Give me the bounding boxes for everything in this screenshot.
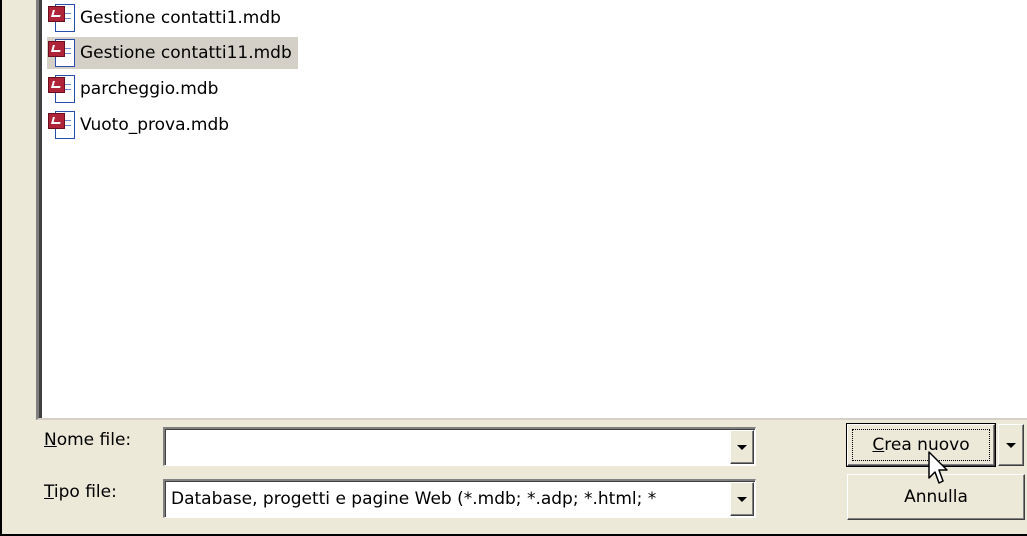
chevron-down-icon xyxy=(1006,442,1016,448)
filetype-combobox[interactable]: Database, progetti e pagine Web (*.mdb; … xyxy=(163,479,756,518)
access-database-icon xyxy=(47,3,77,33)
chevron-down-icon xyxy=(737,496,747,502)
file-item[interactable]: Vuoto_prova.mdb xyxy=(47,109,235,141)
filename-input[interactable] xyxy=(171,429,727,465)
chevron-down-icon xyxy=(737,444,747,450)
file-name: Gestione contatti11.mdb xyxy=(80,43,292,63)
file-list[interactable]: Gestione contatti1.mdb Gestione contatti… xyxy=(36,0,1027,420)
filetype-value: Database, progetti e pagine Web (*.mdb; … xyxy=(171,489,657,509)
file-item-selected[interactable]: Gestione contatti11.mdb xyxy=(47,37,298,69)
access-database-icon xyxy=(47,38,77,68)
mouse-pointer-icon xyxy=(928,451,948,484)
filename-combobox[interactable] xyxy=(163,427,756,466)
file-name: Vuoto_prova.mdb xyxy=(80,115,230,135)
file-item[interactable]: Gestione contatti1.mdb xyxy=(47,2,287,34)
file-item[interactable]: parcheggio.mdb xyxy=(47,73,224,105)
focus-rectangle xyxy=(852,429,990,461)
filename-dropdown-button[interactable] xyxy=(730,430,754,464)
filetype-dropdown-button[interactable] xyxy=(730,482,754,516)
file-dialog: Gestione contatti1.mdb Gestione contatti… xyxy=(0,0,1027,536)
filetype-label: Tipo file: xyxy=(44,482,117,502)
cancel-label: Annulla xyxy=(904,487,968,507)
access-database-icon xyxy=(47,74,77,104)
file-name: Gestione contatti1.mdb xyxy=(80,8,281,28)
access-database-icon xyxy=(47,110,77,140)
create-new-button[interactable]: Crea nuovo xyxy=(846,423,996,467)
create-options-dropdown-button[interactable] xyxy=(998,424,1024,466)
file-name: parcheggio.mdb xyxy=(80,79,219,99)
filename-label: Nome file: xyxy=(44,430,132,450)
